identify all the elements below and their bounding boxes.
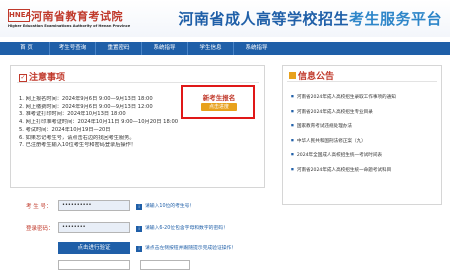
nav-item-student-info[interactable]: 学生信息 [188,42,233,55]
new-registration-content: 新考生报名 点击进度 [191,92,247,114]
student-id-hint-text: 请输入10位的考生号！ [145,204,195,209]
announcement-link[interactable]: 中华人民共和国刑法修正案（九） [291,134,439,149]
verify-row: 点击进行验证 i 请点击左侧按钮并跟随提示完成验证操作！ [10,242,265,254]
student-id-hint: i 请输入10位的考生号！ [136,202,194,210]
notice-list: 1. 网上报名时间：2024年9月6日 9:00—9月13日 18:00 2. … [19,96,189,150]
password-input[interactable]: •••••••• [58,222,130,233]
divider [17,82,259,83]
announcement-link[interactable]: 2024年全国成人高校招生统一考试时间表 [291,148,439,163]
new-registration-title: 新考生报名 [202,94,236,102]
verify-button[interactable]: 点击进行验证 [58,242,130,254]
password-hint: i 请输入6-20位包含字母和数字的密码！ [136,224,228,232]
announcement-link[interactable]: 河南省2024年成人高校招生统一命题考试科目 [291,163,439,178]
announcement-link[interactable]: 河南省2024年成人高校招生专业目录 [291,105,439,120]
info-icon: i [136,246,142,252]
announcements-panel: 信息公告 河南省2024年成人高校招生录取工作事项的通知 河南省2024年成人高… [282,65,442,205]
new-registration-button[interactable]: 点击进度 [201,103,237,111]
platform-title-part-b: 考生服务平台 [348,10,442,28]
student-id-input[interactable]: •••••••••• [58,200,130,211]
notice-panel: ✓ 注意事项 1. 网上报名时间：2024年9月6日 9:00—9月13日 18:… [10,65,265,188]
announcement-link[interactable]: 国家教育考试违规处理办法 [291,119,439,134]
password-label: 登录密码： [26,226,54,232]
captcha-image[interactable] [140,260,190,270]
notice-item: 4. 网上打印准考证时间：2024年10月11日 9:00—10月20日 18:… [19,119,179,126]
site-header: HNEA 河南省教育考试院 Higher Education Examinati… [0,0,450,37]
platform-title-part-a: 河南省成人高等学校招生 [178,10,349,28]
announcement-link[interactable]: 河南省2024年成人高校招生录取工作事项的通知 [291,90,439,105]
verify-hint: i 请点击左侧按钮并跟随提示完成验证操作！ [136,244,236,252]
nav-item-home[interactable]: 首 页 [4,42,49,55]
announcement-list: 河南省2024年成人高校招生录取工作事项的通知 河南省2024年成人高校招生专业… [291,90,439,177]
info-icon: i [136,226,142,232]
checkbox-icon: ✓ [19,74,27,82]
student-id-label: 考 生 号： [26,204,52,210]
new-registration-card[interactable]: 新考生报名 点击进度 [181,85,255,119]
login-form: 考 生 号： •••••••••• i 请输入10位的考生号！ 登录密码： •••… [10,196,265,271]
nav-item-student-id-lookup[interactable]: 考生号查询 [50,42,95,55]
notice-item: 2. 网上缴费时间：2024年9月6日 9:00—9月13日 12:00 [19,103,153,110]
bullet-square-icon [289,72,296,79]
site-name[interactable]: 河南省教育考试院 [31,8,123,24]
bottom-row [10,260,265,271]
student-id-row: 考 生 号： •••••••••• i 请输入10位的考生号！ [10,200,265,212]
nav-item-system-guide-2[interactable]: 系统指导 [234,42,279,55]
password-hint-text: 请输入6-20位包含字母和数字的密码！ [145,226,228,231]
captcha-input[interactable] [58,260,130,270]
site-name-english: Higher Education Examinations Authority … [8,24,131,28]
verify-hint-text: 请点击左侧按钮并跟随提示完成验证操作！ [145,246,237,251]
divider [287,81,437,82]
notice-item: 3. 准考证打印时间：2024年10月13日 18:00 [19,111,126,118]
notice-item: 5. 考试时间：2024年10月19日—20日 [19,126,111,133]
info-icon: i [136,204,142,210]
notice-item: 1. 网上报名时间：2024年9月6日 9:00—9月13日 18:00 [19,96,153,102]
logo-mark: HNEA [8,9,31,22]
nav-item-system-guide[interactable]: 系统指导 [142,42,187,55]
nav-item-reset-password[interactable]: 重置密码 [96,42,141,55]
notice-item: 6. 如果忘记考生号，请点击右边的找回考生服务。 [19,134,135,141]
password-row: 登录密码： •••••••• i 请输入6-20位包含字母和数字的密码！ [10,222,265,234]
platform-title: 河南省成人高等学校招生考生服务平台 [178,8,442,29]
main-nav: 首 页 考生号查询 重置密码 系统指导 学生信息 系统指导 [0,42,450,55]
notice-item: 7. 已注册考生输入10位考生号和密码登录后操作！ [19,142,136,149]
